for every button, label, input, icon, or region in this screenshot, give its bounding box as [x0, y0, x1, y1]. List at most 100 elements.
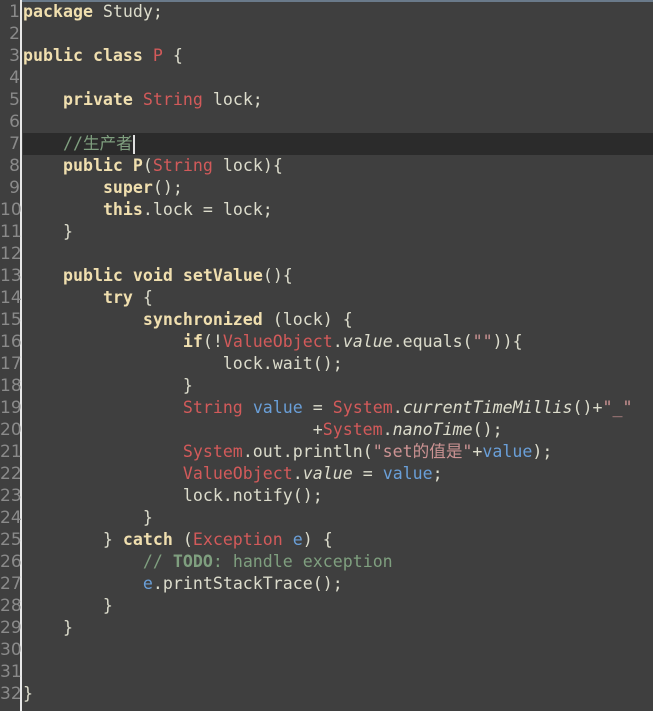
code-line[interactable]: 7 //生产者 [9, 133, 653, 155]
code-token: (); [152, 178, 183, 197]
code-line[interactable]: 23 lock.notify(); [0, 485, 653, 507]
code-line[interactable]: 31 [0, 661, 653, 683]
code-line[interactable]: 26 // TODO: handle exception [0, 551, 653, 573]
code-line[interactable]: 32} [0, 683, 653, 705]
line-number: 31 [0, 662, 22, 682]
code-token: (); [472, 420, 503, 439]
code-line[interactable]: 12 [0, 243, 653, 265]
code-line[interactable]: 9 super(); [9, 177, 653, 199]
code-token: lock.wait(); [23, 354, 343, 373]
code-line[interactable]: 30 [0, 639, 653, 661]
code-token: (lock) { [262, 310, 353, 329]
line-number: 15 [0, 310, 22, 330]
line-number: 18 [0, 376, 22, 396]
code-token: String [142, 90, 203, 109]
code-line[interactable]: 25 } catch (Exception e) { [0, 529, 653, 551]
code-token: "set的值是" [372, 442, 473, 461]
text-cursor [132, 135, 135, 154]
code-line[interactable]: 20 +System.nanoTime(); [0, 419, 653, 441]
code-token: ) { [302, 530, 333, 549]
code-line[interactable]: 5 private String lock; [9, 89, 653, 111]
code-line[interactable]: 29 } [0, 617, 653, 639]
code-token: Study; [92, 2, 163, 21]
code-token: lock.notify(); [23, 486, 323, 505]
line-number: 11 [0, 222, 22, 242]
line-number: 1 [9, 2, 20, 22]
code-line[interactable]: 15 synchronized (lock) { [0, 309, 653, 331]
code-token: { [162, 46, 183, 65]
code-line[interactable]: 3 public class P { [9, 45, 653, 67]
line-number: 9 [9, 178, 20, 198]
line-number: 6 [9, 112, 20, 132]
code-token: value [302, 464, 353, 483]
code-token: catch [122, 530, 173, 549]
code-line[interactable]: 19 String value = System.currentTimeMill… [0, 397, 653, 419]
code-line[interactable]: 11 } [0, 221, 653, 243]
code-token: value [342, 332, 393, 351]
code-line[interactable]: 18 } [0, 375, 653, 397]
code-token: .lock = lock; [142, 200, 273, 219]
code-token: + [472, 442, 483, 461]
code-token: = [302, 398, 333, 417]
code-token: currentTimeMillis [402, 398, 573, 417]
code-line[interactable]: 14 try { [0, 287, 653, 309]
code-token: (! [202, 332, 223, 351]
code-token: public [23, 46, 83, 65]
code-token: e [292, 530, 303, 549]
code-token: P [132, 156, 143, 175]
line-number: 25 [0, 530, 22, 550]
code-line[interactable]: 8 public P(String lock){ [9, 155, 653, 177]
code-line[interactable]: 2 [9, 23, 653, 45]
code-token: // [142, 552, 173, 571]
code-line[interactable]: 28 } [0, 595, 653, 617]
code-line[interactable]: 17 lock.wait(); [0, 353, 653, 375]
code-token: "_" [602, 398, 633, 417]
code-line[interactable]: 13 public void setValue(){ [0, 265, 653, 287]
code-token: value [382, 464, 433, 483]
code-token: { [132, 288, 153, 307]
code-line[interactable]: 24 } [0, 507, 653, 529]
line-number: 12 [0, 244, 22, 264]
code-token: } [23, 530, 123, 549]
code-line[interactable]: 4 [9, 67, 653, 89]
code-line[interactable]: 10 this.lock = lock; [0, 199, 653, 221]
code-token: super [102, 178, 153, 197]
code-token: Exception [192, 530, 283, 549]
code-line[interactable]: 27 e.printStackTrace(); [0, 573, 653, 595]
line-number: 21 [0, 442, 22, 462]
line-number: 17 [0, 354, 22, 374]
code-editor[interactable]: 1 package Study; 2 3 public class P {4 5 priv… [0, 1, 653, 705]
line-number: 30 [0, 640, 22, 660]
code-token: = [352, 464, 383, 483]
line-number: 29 [0, 618, 22, 638]
code-token: synchronized [142, 310, 263, 329]
code-line[interactable]: 6 [9, 111, 653, 133]
code-token: System [332, 398, 393, 417]
code-line[interactable]: 22 ValueObject.value = value; [0, 463, 653, 485]
code-line[interactable]: 21 System.out.println("set的值是"+value); [0, 441, 653, 463]
code-token: package [23, 2, 93, 21]
code-token: System [182, 442, 243, 461]
code-line[interactable]: 1 package Study; [9, 1, 653, 23]
code-token: e [142, 574, 153, 593]
code-token: class [92, 46, 143, 65]
code-token: .equals( [392, 332, 473, 351]
code-line[interactable]: 16 if(!ValueObject.value.equals("")){ [0, 331, 653, 353]
code-token: public [62, 156, 123, 175]
code-token: lock; [202, 90, 263, 109]
line-number: 13 [0, 266, 22, 286]
code-token: ; [432, 464, 443, 483]
code-token: public [62, 266, 123, 285]
line-number: 10 [0, 200, 22, 220]
code-token: this [102, 200, 143, 219]
